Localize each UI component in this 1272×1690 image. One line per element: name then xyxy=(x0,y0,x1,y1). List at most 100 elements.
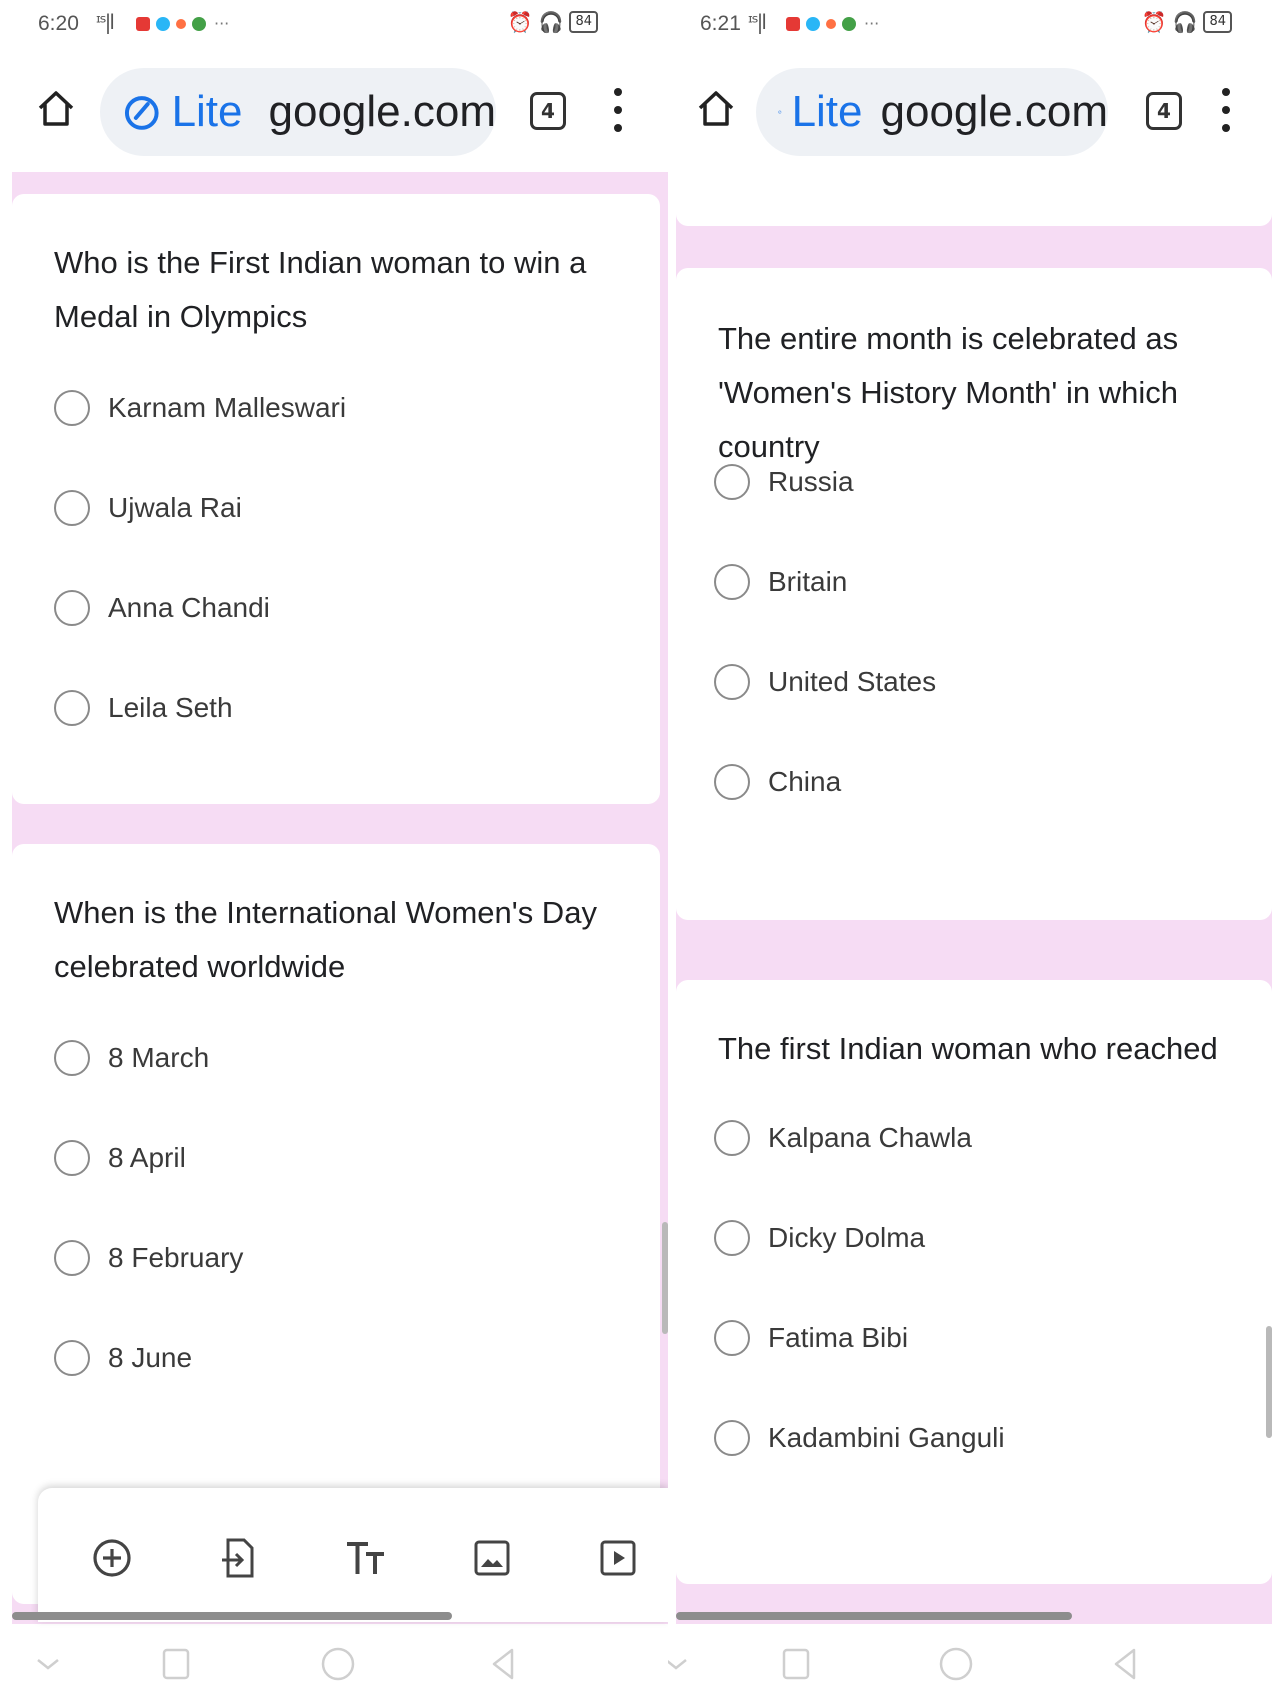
option-label: 8 April xyxy=(108,1142,186,1173)
headphones-icon: 🎧 xyxy=(538,10,564,34)
import-questions-icon[interactable] xyxy=(218,1536,262,1580)
form-content: The entire month is celebrated as 'Women… xyxy=(676,172,1272,1624)
option-row[interactable]: Leila Seth xyxy=(54,690,233,726)
radio-button[interactable] xyxy=(54,490,90,526)
horizontal-scrollbar[interactable] xyxy=(12,1612,452,1620)
notification-icon xyxy=(826,18,836,29)
recent-apps-icon[interactable] xyxy=(776,1644,816,1684)
recent-apps-icon[interactable] xyxy=(156,1644,196,1684)
option-row[interactable]: 8 February xyxy=(54,1240,243,1276)
option-row[interactable]: Ujwala Rai xyxy=(54,490,242,526)
option-label: Anna Chandi xyxy=(108,592,270,623)
option-row[interactable]: 8 March xyxy=(54,1040,209,1076)
alarm-icon: ⏰ xyxy=(507,10,533,34)
option-label: Dicky Dolma xyxy=(768,1222,926,1253)
option-label: 8 February xyxy=(108,1242,244,1273)
option-row[interactable]: Kadambini Ganguli xyxy=(714,1420,1005,1456)
option-label: Russia xyxy=(768,466,854,497)
home-circle-icon[interactable] xyxy=(318,1644,358,1684)
option-row[interactable]: China xyxy=(714,764,841,800)
option-row[interactable]: United States xyxy=(714,664,936,700)
home-icon[interactable] xyxy=(694,86,738,130)
back-icon[interactable] xyxy=(484,1644,524,1684)
option-label: Ujwala Rai xyxy=(108,492,242,523)
question-card: The first Indian woman who reached Kalpa… xyxy=(676,980,1272,1584)
overflow-menu-icon[interactable] xyxy=(1216,88,1236,132)
browser-toolbar: Lite google.com 4 xyxy=(668,58,1272,164)
address-bar[interactable]: Lite google.com xyxy=(756,68,1108,156)
question-card: Who is the First Indian woman to win a M… xyxy=(12,194,660,804)
option-row[interactable]: Dicky Dolma xyxy=(714,1220,925,1256)
option-row[interactable]: Kalpana Chawla xyxy=(714,1120,972,1156)
address-bar[interactable]: Lite google.com xyxy=(100,68,496,156)
add-video-icon[interactable] xyxy=(596,1536,640,1580)
notification-icon xyxy=(176,18,186,29)
question-card xyxy=(676,172,1272,226)
form-add-toolbar xyxy=(38,1488,668,1622)
url-text: google.com xyxy=(880,87,1108,136)
screenshot-right: 6:21 ᶦˢ|l ··· ⏰ 🎧 84 Lite google.com 4 T… xyxy=(668,0,1272,1690)
option-label: Karnam Malleswari xyxy=(108,392,347,423)
nav-down-icon[interactable] xyxy=(28,1644,68,1684)
radio-button[interactable] xyxy=(714,1220,750,1256)
tab-switcher-button[interactable]: 4 xyxy=(1146,92,1182,130)
option-row[interactable]: Karnam Malleswari xyxy=(54,390,346,426)
status-bar: 6:20 ᶦˢ|l ··· ⏰ 🎧 84 xyxy=(0,0,668,52)
status-bar: 6:21 ᶦˢ|l ··· ⏰ 🎧 84 xyxy=(668,0,1272,52)
alarm-icon: ⏰ xyxy=(1141,10,1167,34)
notification-icon xyxy=(806,16,820,31)
vertical-scrollbar[interactable] xyxy=(1266,1326,1272,1438)
radio-button[interactable] xyxy=(54,1340,90,1376)
add-image-icon[interactable] xyxy=(470,1536,514,1580)
notification-icons: ··· xyxy=(786,14,879,33)
add-question-icon[interactable] xyxy=(90,1536,134,1580)
radio-button[interactable] xyxy=(714,564,750,600)
question-text: Who is the First Indian woman to win a M… xyxy=(54,245,587,334)
notification-icon xyxy=(156,16,170,31)
status-right: ⏰ 🎧 84 xyxy=(508,10,598,34)
radio-button[interactable] xyxy=(54,590,90,626)
option-label: China xyxy=(768,766,842,797)
battery-icon: 84 xyxy=(569,11,598,33)
status-time: 6:21 xyxy=(700,12,741,35)
form-content: Who is the First Indian woman to win a M… xyxy=(12,172,668,1624)
option-row[interactable]: Russia xyxy=(714,464,854,500)
horizontal-scrollbar[interactable] xyxy=(676,1612,1072,1620)
overflow-menu-icon[interactable] xyxy=(608,88,628,132)
option-row[interactable]: 8 June xyxy=(54,1340,192,1376)
whatsapp-icon xyxy=(842,16,856,31)
tab-switcher-button[interactable]: 4 xyxy=(530,92,566,130)
radio-button[interactable] xyxy=(54,1240,90,1276)
radio-button[interactable] xyxy=(714,1420,750,1456)
home-circle-icon[interactable] xyxy=(936,1644,976,1684)
radio-button[interactable] xyxy=(54,1140,90,1176)
nav-down-icon[interactable] xyxy=(668,1644,696,1684)
radio-button[interactable] xyxy=(714,464,750,500)
radio-button[interactable] xyxy=(54,390,90,426)
home-icon[interactable] xyxy=(34,86,78,130)
radio-button[interactable] xyxy=(714,1120,750,1156)
more-notifications-icon: ··· xyxy=(864,14,880,33)
system-nav-bar xyxy=(0,1632,668,1690)
question-card: The entire month is celebrated as 'Women… xyxy=(676,268,1272,920)
status-right: ⏰ 🎧 84 xyxy=(1142,10,1232,34)
radio-button[interactable] xyxy=(714,1320,750,1356)
back-icon[interactable] xyxy=(1106,1644,1146,1684)
option-row[interactable]: 8 April xyxy=(54,1140,186,1176)
more-notifications-icon: ··· xyxy=(214,14,230,33)
add-title-icon[interactable] xyxy=(344,1536,388,1580)
url-text: google.com xyxy=(268,87,496,136)
option-label: 8 March xyxy=(108,1042,210,1073)
option-row[interactable]: Fatima Bibi xyxy=(714,1320,908,1356)
option-row[interactable]: Britain xyxy=(714,564,847,600)
radio-button[interactable] xyxy=(714,664,750,700)
status-time: 6:20 xyxy=(38,12,79,35)
radio-button[interactable] xyxy=(54,690,90,726)
radio-button[interactable] xyxy=(714,764,750,800)
option-row[interactable]: Anna Chandi xyxy=(54,590,270,626)
option-label: Leila Seth xyxy=(108,692,233,723)
system-nav-bar xyxy=(668,1632,1272,1690)
browser-toolbar: Lite google.com 4 xyxy=(0,58,668,164)
notification-icon xyxy=(136,16,150,31)
radio-button[interactable] xyxy=(54,1040,90,1076)
